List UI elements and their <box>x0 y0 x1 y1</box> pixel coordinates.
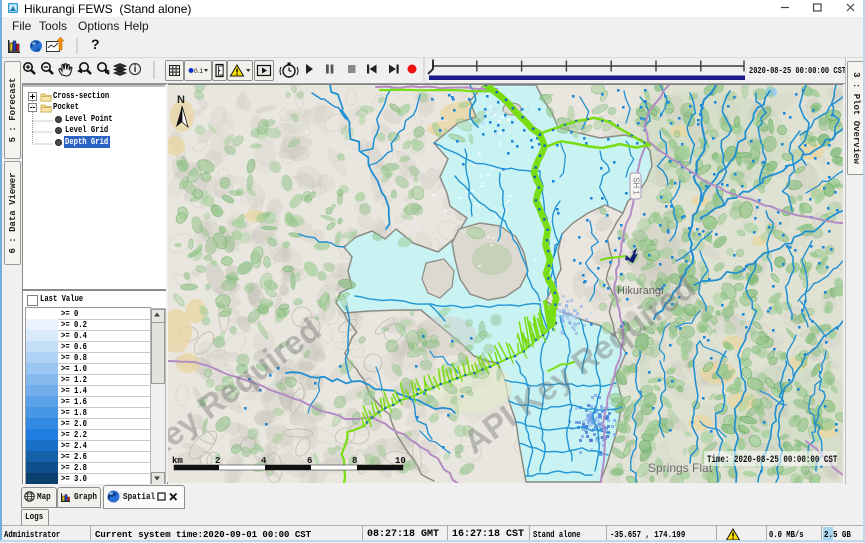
svg-text:0.1: 0.1 <box>194 68 203 75</box>
svg-text:8: 8 <box>352 456 357 466</box>
svg-text:N: N <box>177 94 185 106</box>
svg-text:Time: 2020-08-25 00:00:00 CST: Time: 2020-08-25 00:00:00 CST <box>707 454 838 465</box>
svg-text:4: 4 <box>261 456 267 466</box>
svg-text:SH 1: SH 1 <box>632 177 641 195</box>
svg-text:10: 10 <box>395 456 406 466</box>
svg-text:Springs Flat: Springs Flat <box>648 461 713 475</box>
svg-text:6: 6 <box>307 456 312 466</box>
svg-text:2: 2 <box>215 456 220 466</box>
svg-text:km: km <box>172 456 183 466</box>
